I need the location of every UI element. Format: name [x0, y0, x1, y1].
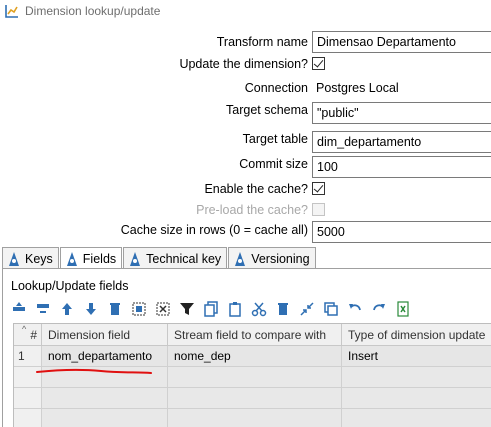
delete-icon[interactable] [275, 301, 291, 317]
enable-cache-label: Enable the cache? [204, 182, 308, 196]
collapse-icon[interactable] [299, 301, 315, 317]
target-table-input[interactable]: dim_departamento [312, 131, 491, 153]
select-all-icon[interactable] [131, 301, 147, 317]
dimension-tab-icon [9, 251, 19, 266]
move-up-icon[interactable] [59, 301, 75, 317]
table-cell-empty [168, 388, 342, 409]
copy-icon[interactable] [203, 301, 219, 317]
update-dimension-label: Update the dimension? [179, 57, 308, 71]
cache-size-row: Cache size in rows (0 = cache all) 5000 [0, 221, 491, 243]
transform-name-label: Transform name [216, 35, 308, 49]
tab-bar: Keys Fields Technical key Versioning [2, 247, 317, 270]
table-cell-empty [342, 409, 491, 427]
update-dimension-checkbox[interactable] [312, 57, 325, 70]
preload-cache-row: Pre-load the cache? [0, 199, 491, 221]
dimension-tab-icon [235, 251, 246, 266]
table-cell-empty [168, 367, 342, 388]
enable-cache-checkbox[interactable] [312, 182, 325, 195]
dimension-tab-icon [130, 251, 141, 266]
table-row-number: 1 [14, 346, 42, 367]
preload-cache-checkbox[interactable] [312, 203, 325, 216]
tab-keys[interactable]: Keys [2, 247, 59, 269]
delete-row-icon[interactable] [35, 301, 51, 317]
tab-fields[interactable]: Fields [59, 247, 123, 270]
duplicate-icon[interactable] [323, 301, 339, 317]
table-cell-empty [42, 388, 168, 409]
transform-name-input[interactable]: Dimensao Departamento [312, 31, 491, 53]
target-table-row: Target table dim_departamento [0, 131, 491, 153]
dimension-lookup-icon [5, 5, 18, 18]
dimension-tab-icon [66, 252, 77, 266]
table-row-number-empty [14, 388, 42, 409]
grid-toolbar [11, 301, 419, 317]
transform-name-row: Transform name Dimensao Departamento [0, 31, 491, 53]
table-cell-empty [42, 409, 168, 427]
table-cell-stream-field[interactable]: nome_dep [168, 346, 342, 367]
table-cell-empty [342, 367, 491, 388]
cache-size-input[interactable]: 5000 [312, 221, 491, 243]
column-header-update-type[interactable]: Type of dimension update [342, 324, 491, 346]
commit-size-label: Commit size [239, 157, 308, 171]
window-title: Dimension lookup/update [25, 4, 161, 18]
tab-versioning-label: Versioning [251, 251, 310, 266]
clear-selection-icon[interactable] [155, 301, 171, 317]
enable-cache-row: Enable the cache? [0, 178, 491, 200]
redo-icon[interactable] [371, 301, 387, 317]
target-schema-input[interactable]: "public" [312, 102, 491, 124]
red-underline-annotation [36, 368, 152, 374]
connection-select[interactable]: Postgres Local [316, 77, 399, 99]
lookup-update-fields-label: Lookup/Update fields [11, 279, 129, 293]
tab-technical-key[interactable]: Technical key [123, 247, 228, 269]
target-schema-label: Target schema [226, 103, 308, 117]
preload-cache-label: Pre-load the cache? [196, 203, 308, 217]
connection-row: Connection Postgres Local [0, 77, 491, 99]
update-dimension-row: Update the dimension? [0, 53, 491, 75]
column-header-dimension-field[interactable]: Dimension field [42, 324, 168, 346]
tab-fields-label: Fields [82, 252, 117, 266]
export-excel-icon[interactable] [395, 301, 411, 317]
trash-icon[interactable] [107, 301, 123, 317]
column-header-stream-field[interactable]: Stream field to compare with [168, 324, 342, 346]
tab-technical-key-label: Technical key [146, 251, 222, 266]
filter-icon[interactable] [179, 301, 195, 317]
sort-indicator-icon: ^ [22, 324, 27, 334]
connection-label: Connection [244, 81, 308, 95]
target-table-label: Target table [242, 132, 308, 146]
cut-icon[interactable] [251, 301, 267, 317]
commit-size-input[interactable]: 100 [312, 156, 491, 178]
table-row-number-empty [14, 409, 42, 427]
cache-size-label: Cache size in rows (0 = cache all) [120, 223, 308, 237]
tab-keys-label: Keys [25, 251, 53, 266]
table-cell-empty [168, 409, 342, 427]
target-schema-row: Target schema "public" [0, 102, 491, 124]
insert-row-icon[interactable] [11, 301, 27, 317]
tab-versioning[interactable]: Versioning [228, 247, 316, 269]
table-cell-update-type[interactable]: Insert [342, 346, 491, 367]
move-down-icon[interactable] [83, 301, 99, 317]
column-header-row-number[interactable]: ^ # [14, 324, 42, 346]
commit-size-row: Commit size 100 [0, 156, 491, 178]
undo-icon[interactable] [347, 301, 363, 317]
paste-icon[interactable] [227, 301, 243, 317]
table-cell-dimension-field[interactable]: nom_departamento [42, 346, 168, 367]
table-cell-empty [342, 388, 491, 409]
window-titlebar: Dimension lookup/update [0, 0, 491, 22]
fields-tab-panel: Lookup/Update fields ^ # Dimension field… [2, 268, 491, 427]
